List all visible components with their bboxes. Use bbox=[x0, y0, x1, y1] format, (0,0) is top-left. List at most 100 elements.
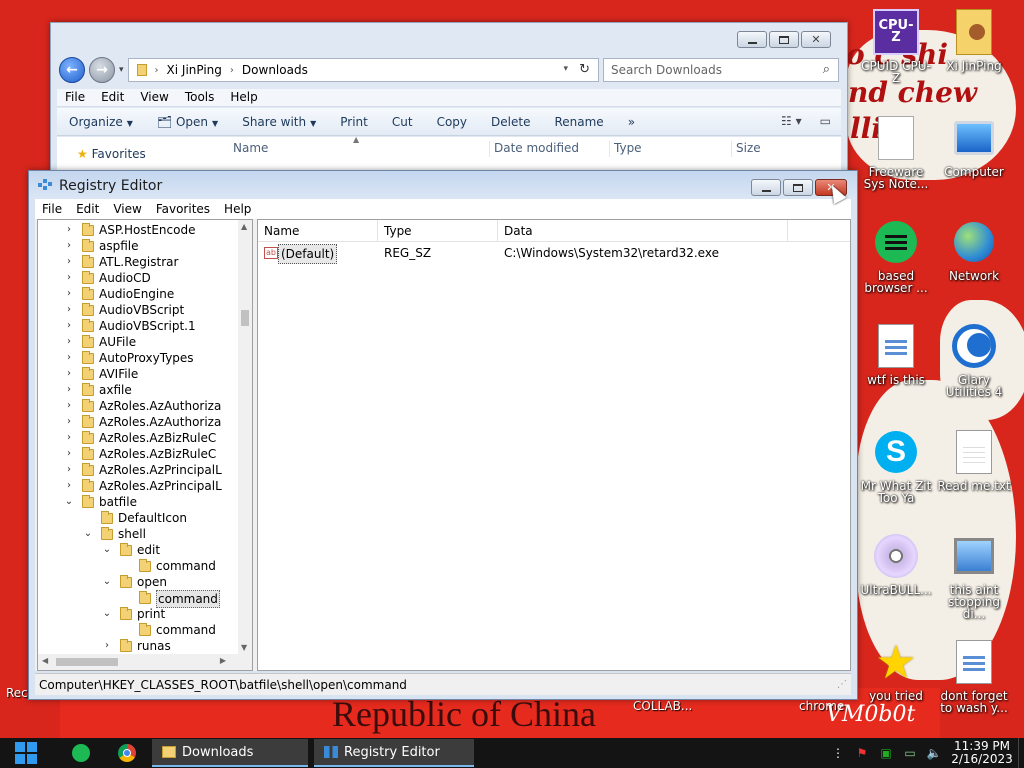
explorer-titlebar[interactable]: ✕ bbox=[51, 23, 847, 51]
column-name[interactable]: Name bbox=[258, 220, 378, 242]
app-tray-icon[interactable]: ▣ bbox=[877, 744, 895, 762]
expand-arrow-icon[interactable]: › bbox=[64, 430, 74, 446]
tree-node[interactable]: ⌄ shell bbox=[38, 526, 238, 542]
tree-node[interactable]: command bbox=[38, 558, 238, 574]
copy-button[interactable]: Copy bbox=[425, 115, 479, 129]
tree-node[interactable]: › runas bbox=[38, 638, 238, 654]
menu-help[interactable]: Help bbox=[222, 89, 265, 106]
expand-arrow-icon[interactable]: › bbox=[64, 254, 74, 270]
desktop-icon-this-aint[interactable]: this aint stopping di... bbox=[936, 532, 1012, 620]
tree-node[interactable]: command bbox=[38, 622, 238, 638]
minimize-button[interactable] bbox=[737, 31, 767, 48]
tree-node[interactable]: › ATL.Registrar bbox=[38, 254, 238, 270]
tree-node[interactable]: › AzRoles.AzBizRuleC bbox=[38, 446, 238, 462]
back-button[interactable]: ← bbox=[59, 57, 85, 83]
forward-button[interactable]: → bbox=[89, 57, 115, 83]
column-data[interactable]: Data bbox=[498, 220, 788, 242]
expand-arrow-icon[interactable]: › bbox=[64, 302, 74, 318]
column-name[interactable]: Name bbox=[229, 141, 268, 157]
scroll-thumb[interactable] bbox=[56, 658, 118, 666]
breadcrumb-user[interactable]: Xi JinPing bbox=[167, 63, 222, 77]
collapse-arrow-icon[interactable]: ⌄ bbox=[102, 574, 112, 590]
desktop-icon-readme[interactable]: Read me.txt bbox=[936, 428, 1012, 492]
tree-node[interactable]: › aspfile bbox=[38, 238, 238, 254]
preview-pane-icon[interactable]: ▭ bbox=[820, 114, 831, 128]
menu-edit[interactable]: Edit bbox=[93, 89, 132, 106]
tree-node[interactable]: ⌄ batfile bbox=[38, 494, 238, 510]
expand-arrow-icon[interactable]: › bbox=[64, 270, 74, 286]
desktop-icon-network[interactable]: Network bbox=[936, 218, 1012, 282]
collapse-arrow-icon[interactable]: ⌄ bbox=[102, 606, 112, 622]
collapse-arrow-icon[interactable]: ⌄ bbox=[102, 542, 112, 558]
desktop-icon-computer[interactable]: Computer bbox=[936, 114, 1012, 178]
more-commands-button[interactable]: » bbox=[616, 115, 647, 129]
desktop-icon-based-browser[interactable]: based browser ... bbox=[858, 218, 934, 294]
show-desktop-button[interactable] bbox=[1018, 738, 1024, 768]
tree-node[interactable]: › AudioVBScript.1 bbox=[38, 318, 238, 334]
close-button[interactable]: ✕ bbox=[801, 31, 831, 48]
expand-arrow-icon[interactable]: › bbox=[64, 398, 74, 414]
scroll-left-icon[interactable]: ◀ bbox=[42, 656, 48, 665]
tree-node[interactable]: › AudioVBScript bbox=[38, 302, 238, 318]
tree-horizontal-scrollbar[interactable]: ◀ ▶ bbox=[38, 654, 252, 670]
flag-icon[interactable]: ⚑ bbox=[853, 744, 871, 762]
address-bar[interactable]: › Xi JinPing › Downloads ▾ ↻ bbox=[127, 58, 599, 82]
menu-file[interactable]: File bbox=[35, 202, 69, 216]
expand-arrow-icon[interactable]: › bbox=[64, 446, 74, 462]
desktop-icon-ultrabull[interactable]: UltraBULL... bbox=[858, 532, 934, 596]
search-icon[interactable]: ⌕ bbox=[823, 62, 830, 77]
print-button[interactable]: Print bbox=[328, 115, 380, 129]
expand-arrow-icon[interactable]: › bbox=[64, 382, 74, 398]
maximize-button[interactable] bbox=[783, 179, 813, 196]
desktop-icon-freeware[interactable]: Freeware Sys Note... bbox=[858, 114, 934, 190]
menu-view[interactable]: View bbox=[106, 202, 148, 216]
menu-view[interactable]: View bbox=[132, 89, 176, 106]
menu-edit[interactable]: Edit bbox=[69, 202, 106, 216]
tree-vertical-scrollbar[interactable]: ▲ ▼ bbox=[238, 220, 252, 654]
network-tray-icon[interactable]: ▭ bbox=[901, 744, 919, 762]
rename-button[interactable]: Rename bbox=[542, 115, 615, 129]
overflow-icon[interactable]: ⋮ bbox=[829, 744, 847, 762]
expand-arrow-icon[interactable]: › bbox=[102, 638, 112, 654]
change-view-icon[interactable]: ☷ ▾ bbox=[781, 114, 802, 128]
collapse-arrow-icon[interactable]: ⌄ bbox=[83, 526, 93, 542]
volume-icon[interactable]: 🔈 bbox=[925, 744, 943, 762]
resize-grip-icon[interactable]: ⋰ bbox=[837, 674, 847, 696]
tree-node[interactable]: › AudioCD bbox=[38, 270, 238, 286]
nav-favorites[interactable]: Favorites bbox=[92, 147, 146, 161]
taskbar-chat-app[interactable] bbox=[66, 740, 96, 766]
history-dropdown-icon[interactable]: ▾ bbox=[119, 65, 124, 75]
expand-arrow-icon[interactable]: › bbox=[64, 238, 74, 254]
taskbar-registry-editor[interactable]: Registry Editor bbox=[314, 739, 474, 767]
tree-node[interactable]: ⌄ open bbox=[38, 574, 238, 590]
tree-node[interactable]: › AzRoles.AzBizRuleC bbox=[38, 430, 238, 446]
menu-tools[interactable]: Tools bbox=[177, 89, 223, 106]
expand-arrow-icon[interactable]: › bbox=[64, 222, 74, 238]
column-date-modified[interactable]: Date modified bbox=[489, 141, 579, 157]
tree-node[interactable]: › AzRoles.AzAuthoriza bbox=[38, 414, 238, 430]
tree-node[interactable]: › AudioEngine bbox=[38, 286, 238, 302]
expand-arrow-icon[interactable]: › bbox=[64, 366, 74, 382]
tree-node[interactable]: ⌄ edit bbox=[38, 542, 238, 558]
tree-node[interactable]: › ASP.HostEncode bbox=[38, 222, 238, 238]
regedit-titlebar[interactable]: Registry Editor ✕ bbox=[29, 171, 857, 199]
open-button[interactable]: 🗂 Open ▼ bbox=[145, 115, 230, 129]
value-row[interactable]: ab (Default) REG_SZ C:\Windows\System32\… bbox=[258, 244, 850, 264]
registry-tree-pane[interactable]: › ASP.HostEncode › aspfile › ATL.Registrar › Au… bbox=[37, 219, 253, 671]
tree-node[interactable]: › AzRoles.AzPrincipalL bbox=[38, 478, 238, 494]
organize-button[interactable]: Organize ▼ bbox=[57, 115, 145, 129]
tree-node[interactable]: › AVIFile bbox=[38, 366, 238, 382]
tree-node[interactable]: › AutoProxyTypes bbox=[38, 350, 238, 366]
cut-button[interactable]: Cut bbox=[380, 115, 425, 129]
tree-node[interactable]: › AzRoles.AzPrincipalL bbox=[38, 462, 238, 478]
scroll-down-icon[interactable]: ▼ bbox=[241, 643, 247, 652]
scroll-up-icon[interactable]: ▲ bbox=[241, 222, 247, 231]
expand-arrow-icon[interactable]: › bbox=[64, 286, 74, 302]
taskbar-chrome[interactable] bbox=[110, 740, 144, 766]
clock[interactable]: 11:39 PM 2/16/2023 bbox=[946, 740, 1018, 766]
desktop-icon-dont-forget[interactable]: dont forget to wash y... bbox=[936, 638, 1012, 714]
explorer-window[interactable]: ✕ ← → ▾ › Xi JinPing › Downloads ▾ ↻ Sea… bbox=[50, 22, 848, 172]
registry-editor-window[interactable]: Registry Editor ✕ File Edit View Favorit… bbox=[28, 170, 858, 700]
desktop-icon-skype[interactable]: S Mr What Zit Too Ya bbox=[858, 428, 934, 504]
expand-arrow-icon[interactable]: › bbox=[64, 350, 74, 366]
